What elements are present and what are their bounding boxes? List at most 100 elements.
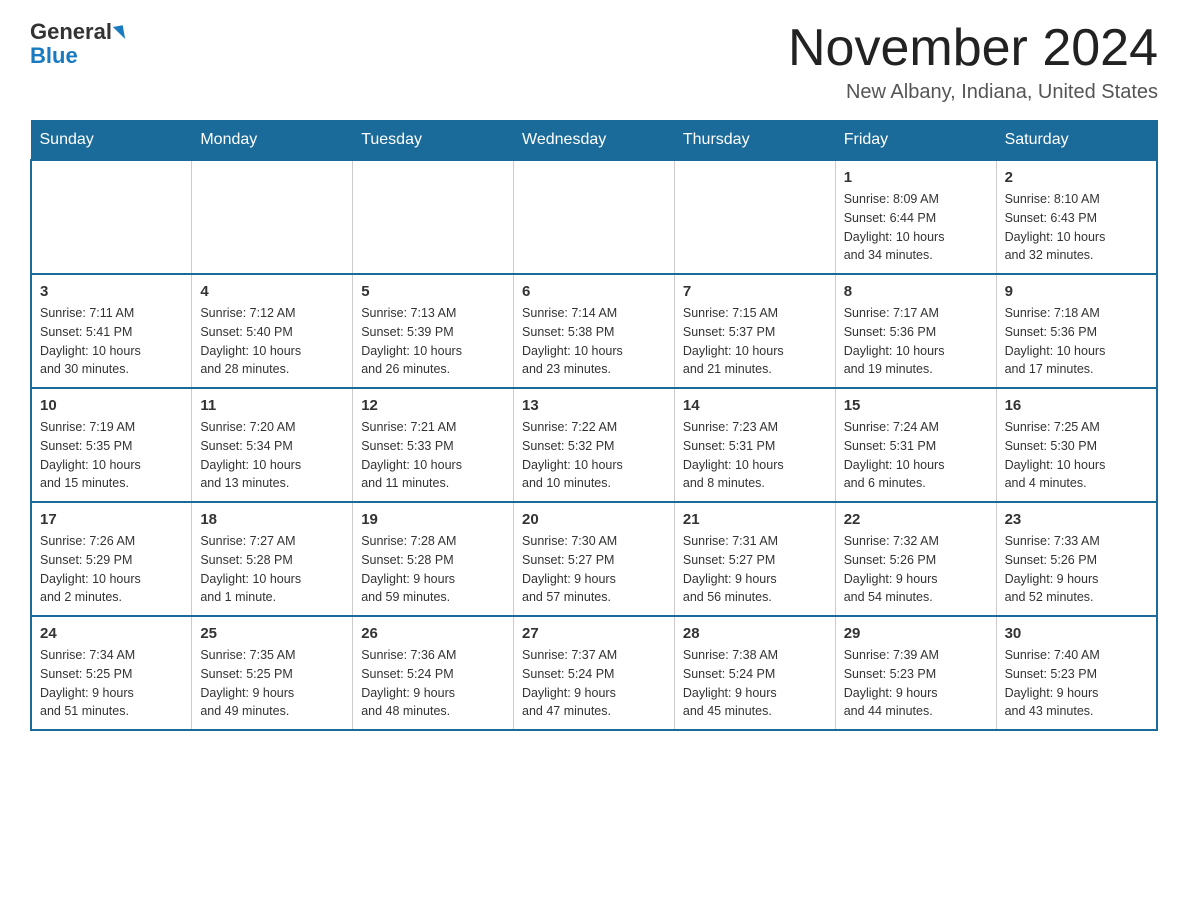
table-row: 7 Sunrise: 7:15 AM Sunset: 5:37 PM Daylig…: [674, 274, 835, 388]
table-row: 2 Sunrise: 8:10 AM Sunset: 6:43 PM Daylig…: [996, 160, 1157, 274]
day-number: 7: [683, 283, 827, 300]
day-number: 27: [522, 625, 666, 642]
day-number: 13: [522, 397, 666, 414]
table-row: 22Sunrise: 7:32 AM Sunset: 5:26 PM Dayli…: [835, 502, 996, 616]
day-info: Sunrise: 7:31 AM Sunset: 5:27 PM Dayligh…: [683, 532, 827, 607]
day-number: 3: [40, 283, 183, 300]
table-row: 17 Sunrise: 7:26 AM Sunset: 5:29 PM Dayli…: [31, 502, 192, 616]
header-monday: Monday: [192, 121, 353, 161]
day-number: 22: [844, 511, 988, 528]
day-number: 30: [1005, 625, 1148, 642]
day-number: 8: [844, 283, 988, 300]
table-row: [192, 160, 353, 274]
day-number: 26: [361, 625, 505, 642]
table-row: 10Sunrise: 7:19 AM Sunset: 5:35 PM Dayli…: [31, 388, 192, 502]
table-row: 3Sunrise: 7:11 AM Sunset: 5:41 PM Daylig…: [31, 274, 192, 388]
table-row: 12 Sunrise: 7:21 AM Sunset: 5:33 PM Dayli…: [353, 388, 514, 502]
table-row: [514, 160, 675, 274]
table-row: 21 Sunrise: 7:31 AM Sunset: 5:27 PM Dayli…: [674, 502, 835, 616]
day-number: 5: [361, 283, 505, 300]
day-info: Sunrise: 7:33 AM Sunset: 5:26 PM Dayligh…: [1005, 532, 1148, 607]
logo-blue: Blue: [30, 43, 78, 68]
day-info: Sunrise: 7:18 AM Sunset: 5:36 PM Dayligh…: [1005, 304, 1148, 379]
day-info: Sunrise: 7:22 AM Sunset: 5:32 PM Dayligh…: [522, 418, 666, 493]
table-row: 28 Sunrise: 7:38 AM Sunset: 5:24 PM Dayli…: [674, 616, 835, 730]
table-row: 15Sunrise: 7:24 AM Sunset: 5:31 PM Dayli…: [835, 388, 996, 502]
calendar-week-row: 10Sunrise: 7:19 AM Sunset: 5:35 PM Dayli…: [31, 388, 1157, 502]
table-row: 8 Sunrise: 7:17 AM Sunset: 5:36 PM Daylig…: [835, 274, 996, 388]
day-info: Sunrise: 7:13 AM Sunset: 5:39 PM Dayligh…: [361, 304, 505, 379]
calendar-week-row: 17 Sunrise: 7:26 AM Sunset: 5:29 PM Dayli…: [31, 502, 1157, 616]
day-info: Sunrise: 7:39 AM Sunset: 5:23 PM Dayligh…: [844, 646, 988, 721]
day-info: Sunrise: 7:14 AM Sunset: 5:38 PM Dayligh…: [522, 304, 666, 379]
header-thursday: Thursday: [674, 121, 835, 161]
day-number: 25: [200, 625, 344, 642]
day-number: 20: [522, 511, 666, 528]
table-row: 11Sunrise: 7:20 AM Sunset: 5:34 PM Dayli…: [192, 388, 353, 502]
table-row: 19 Sunrise: 7:28 AM Sunset: 5:28 PM Dayli…: [353, 502, 514, 616]
day-number: 18: [200, 511, 344, 528]
day-number: 10: [40, 397, 183, 414]
day-number: 2: [1005, 169, 1148, 186]
day-info: Sunrise: 7:17 AM Sunset: 5:36 PM Dayligh…: [844, 304, 988, 379]
day-info: Sunrise: 7:38 AM Sunset: 5:24 PM Dayligh…: [683, 646, 827, 721]
table-row: 5 Sunrise: 7:13 AM Sunset: 5:39 PM Daylig…: [353, 274, 514, 388]
day-number: 9: [1005, 283, 1148, 300]
day-info: Sunrise: 7:40 AM Sunset: 5:23 PM Dayligh…: [1005, 646, 1148, 721]
header-saturday: Saturday: [996, 121, 1157, 161]
calendar-week-row: 3Sunrise: 7:11 AM Sunset: 5:41 PM Daylig…: [31, 274, 1157, 388]
day-info: Sunrise: 7:27 AM Sunset: 5:28 PM Dayligh…: [200, 532, 344, 607]
day-info: Sunrise: 7:21 AM Sunset: 5:33 PM Dayligh…: [361, 418, 505, 493]
table-row: 20 Sunrise: 7:30 AM Sunset: 5:27 PM Dayli…: [514, 502, 675, 616]
day-info: Sunrise: 7:37 AM Sunset: 5:24 PM Dayligh…: [522, 646, 666, 721]
day-number: 15: [844, 397, 988, 414]
weekday-header-row: Sunday Monday Tuesday Wednesday Thursday…: [31, 121, 1157, 161]
table-row: 25 Sunrise: 7:35 AM Sunset: 5:25 PM Dayli…: [192, 616, 353, 730]
day-number: 21: [683, 511, 827, 528]
title-area: November 2024 New Albany, Indiana, Unite…: [788, 20, 1158, 104]
table-row: 14 Sunrise: 7:23 AM Sunset: 5:31 PM Dayli…: [674, 388, 835, 502]
table-row: 6 Sunrise: 7:14 AM Sunset: 5:38 PM Daylig…: [514, 274, 675, 388]
day-info: Sunrise: 7:15 AM Sunset: 5:37 PM Dayligh…: [683, 304, 827, 379]
day-info: Sunrise: 7:30 AM Sunset: 5:27 PM Dayligh…: [522, 532, 666, 607]
day-info: Sunrise: 7:12 AM Sunset: 5:40 PM Dayligh…: [200, 304, 344, 379]
table-row: 29Sunrise: 7:39 AM Sunset: 5:23 PM Dayli…: [835, 616, 996, 730]
header-sunday: Sunday: [31, 121, 192, 161]
day-number: 17: [40, 511, 183, 528]
table-row: [31, 160, 192, 274]
day-info: Sunrise: 8:10 AM Sunset: 6:43 PM Dayligh…: [1005, 190, 1148, 265]
day-number: 19: [361, 511, 505, 528]
day-number: 28: [683, 625, 827, 642]
location-subtitle: New Albany, Indiana, United States: [788, 81, 1158, 104]
table-row: 9 Sunrise: 7:18 AM Sunset: 5:36 PM Daylig…: [996, 274, 1157, 388]
day-number: 14: [683, 397, 827, 414]
day-number: 12: [361, 397, 505, 414]
day-info: Sunrise: 8:09 AM Sunset: 6:44 PM Dayligh…: [844, 190, 988, 265]
header-wednesday: Wednesday: [514, 121, 675, 161]
day-info: Sunrise: 7:34 AM Sunset: 5:25 PM Dayligh…: [40, 646, 183, 721]
calendar-week-row: 24 Sunrise: 7:34 AM Sunset: 5:25 PM Dayli…: [31, 616, 1157, 730]
table-row: 1Sunrise: 8:09 AM Sunset: 6:44 PM Daylig…: [835, 160, 996, 274]
day-info: Sunrise: 7:26 AM Sunset: 5:29 PM Dayligh…: [40, 532, 183, 607]
day-number: 24: [40, 625, 183, 642]
calendar-week-row: 1Sunrise: 8:09 AM Sunset: 6:44 PM Daylig…: [31, 160, 1157, 274]
logo-general: General: [30, 19, 112, 44]
header-tuesday: Tuesday: [353, 121, 514, 161]
day-info: Sunrise: 7:28 AM Sunset: 5:28 PM Dayligh…: [361, 532, 505, 607]
table-row: 4Sunrise: 7:12 AM Sunset: 5:40 PM Daylig…: [192, 274, 353, 388]
table-row: [353, 160, 514, 274]
day-info: Sunrise: 7:35 AM Sunset: 5:25 PM Dayligh…: [200, 646, 344, 721]
table-row: 23 Sunrise: 7:33 AM Sunset: 5:26 PM Dayli…: [996, 502, 1157, 616]
day-number: 16: [1005, 397, 1148, 414]
month-title: November 2024: [788, 20, 1158, 77]
table-row: 30 Sunrise: 7:40 AM Sunset: 5:23 PM Dayli…: [996, 616, 1157, 730]
header-friday: Friday: [835, 121, 996, 161]
day-number: 6: [522, 283, 666, 300]
day-number: 23: [1005, 511, 1148, 528]
day-info: Sunrise: 7:23 AM Sunset: 5:31 PM Dayligh…: [683, 418, 827, 493]
table-row: 18 Sunrise: 7:27 AM Sunset: 5:28 PM Dayli…: [192, 502, 353, 616]
table-row: 26 Sunrise: 7:36 AM Sunset: 5:24 PM Dayli…: [353, 616, 514, 730]
logo-text: General Blue: [30, 20, 124, 68]
day-info: Sunrise: 7:20 AM Sunset: 5:34 PM Dayligh…: [200, 418, 344, 493]
day-info: Sunrise: 7:36 AM Sunset: 5:24 PM Dayligh…: [361, 646, 505, 721]
